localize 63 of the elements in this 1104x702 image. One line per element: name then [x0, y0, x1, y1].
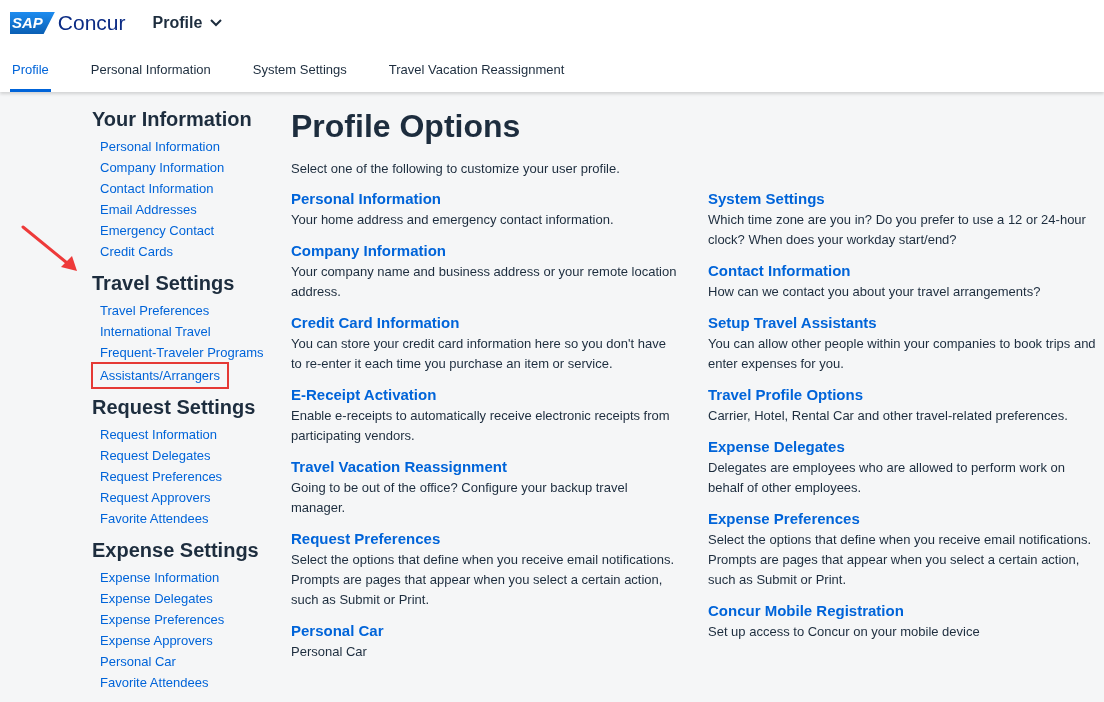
- option-link[interactable]: Expense Preferences: [708, 507, 1096, 529]
- sidebar-link[interactable]: Company Information: [100, 157, 225, 178]
- sidebar-link[interactable]: Expense Information: [100, 567, 220, 588]
- tab[interactable]: Profile: [10, 46, 51, 92]
- option-description: You can allow other people within your companies to book trips and enter expenses for you.: [708, 334, 1096, 373]
- sidebar-link[interactable]: Credit Cards: [100, 241, 173, 262]
- option-description: You can store your credit card information here so you don't have to re-enter it each time you purchase an item or service.: [291, 334, 667, 373]
- chevron-down-icon: [210, 19, 223, 27]
- sidebar-link[interactable]: Personal Car: [100, 651, 176, 672]
- option-description: Going to be out of the office? Configure your backup travel manager.: [291, 478, 629, 517]
- sidebar-link[interactable]: Expense Preferences: [100, 609, 225, 630]
- option-description: Personal Car: [291, 642, 368, 661]
- option-description: Your home address and emergency contact information.: [291, 210, 615, 229]
- sidebar-link[interactable]: Travel Preferences: [100, 300, 210, 321]
- sidebar-link[interactable]: Request Delegates: [100, 445, 211, 466]
- option-description: Enable e-receipts to automatically receive electronic receipts from participating vendors.: [291, 406, 671, 445]
- tab[interactable]: System Settings: [250, 46, 349, 92]
- option-link[interactable]: E-Receipt Activation: [291, 383, 679, 405]
- option-description: How can we contact you about your travel arrangements?: [708, 282, 1042, 301]
- sidebar-link[interactable]: Expense Approvers: [100, 630, 213, 651]
- sidebar-link[interactable]: International Travel: [100, 321, 211, 342]
- option-link[interactable]: Company Information: [291, 239, 679, 261]
- option-link[interactable]: Credit Card Information: [291, 311, 679, 333]
- option-description: Which time zone are you in? Do you prefer to use a 12 or 24-hour clock? When does your workday start/end?: [708, 210, 1087, 249]
- tab[interactable]: Travel Vacation Reassignment: [386, 46, 567, 92]
- sidebar-link[interactable]: Favorite Attendees: [100, 672, 209, 693]
- sidebar-link[interactable]: Emergency Contact: [100, 220, 215, 241]
- sidebar-link[interactable]: Request Approvers: [100, 487, 211, 508]
- logo-mark: SAP: [10, 12, 55, 34]
- tab[interactable]: Personal Information: [88, 46, 213, 92]
- option-link[interactable]: Setup Travel Assistants: [708, 311, 1096, 333]
- option-link[interactable]: Personal Car: [291, 619, 679, 641]
- option-link[interactable]: Personal Information: [291, 187, 679, 209]
- sidebar-link[interactable]: Request Preferences: [100, 466, 223, 487]
- option-description: Select the options that define when you receive email notifications. Prompts are pages that appear when you select a certain action, such as Submit or Print.: [708, 530, 1092, 589]
- option-link[interactable]: Expense Delegates: [708, 435, 1096, 457]
- option-description: Select the options that define when you receive email notifications. Prompts are pages that appear when you select a certain action, such as Submit or Print.: [291, 550, 675, 609]
- option-link[interactable]: Concur Mobile Registration: [708, 599, 1096, 621]
- section-heading: Expense Settings: [92, 539, 259, 561]
- section-heading: Your Information: [92, 108, 252, 130]
- option-description: Set up access to Concur on your mobile device: [708, 622, 981, 641]
- option-link[interactable]: Request Preferences: [291, 527, 679, 549]
- option-description: Your company name and business address or your remote location address.: [291, 262, 678, 301]
- section-heading: Travel Settings: [92, 272, 235, 294]
- option-link[interactable]: System Settings: [708, 187, 1096, 209]
- option-description: Carrier, Hotel, Rental Car and other travel-related preferences.: [708, 406, 1069, 425]
- sidebar-link[interactable]: Assistants/Arrangers: [94, 365, 226, 386]
- sidebar-link[interactable]: Expense Delegates: [100, 588, 213, 609]
- sidebar-link[interactable]: Contact Information: [100, 178, 214, 199]
- sidebar-link[interactable]: Personal Information: [100, 136, 220, 157]
- page-title: Profile Options: [291, 107, 522, 145]
- option-link[interactable]: Travel Profile Options: [708, 383, 1096, 405]
- logo-text: Concur: [57, 10, 126, 37]
- sidebar-link[interactable]: Email Addresses: [100, 199, 197, 220]
- sidebar-link[interactable]: Request Information: [100, 424, 218, 445]
- sidebar-link[interactable]: Frequent-Traveler Programs: [100, 342, 264, 363]
- option-description: Delegates are employees who are allowed to perform work on behalf of other employees.: [708, 458, 1066, 497]
- profile-menu[interactable]: Profile: [152, 11, 223, 35]
- intro-text: Select one of the following to customize your user profile.: [291, 160, 621, 178]
- sidebar-link[interactable]: Favorite Attendees: [100, 508, 209, 529]
- option-link[interactable]: Contact Information: [708, 259, 1096, 281]
- section-heading: Request Settings: [92, 396, 256, 418]
- option-link[interactable]: Travel Vacation Reassignment: [291, 455, 679, 477]
